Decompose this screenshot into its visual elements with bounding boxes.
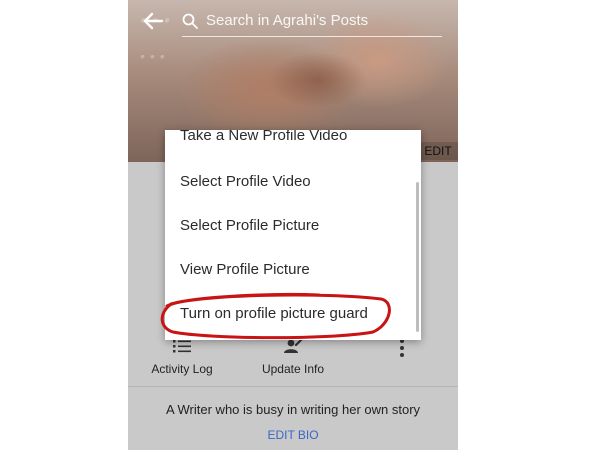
- back-arrow-icon[interactable]: [142, 10, 164, 32]
- menu-scrollbar[interactable]: [416, 182, 419, 332]
- menu-item-view-profile-picture[interactable]: View Profile Picture: [165, 248, 421, 292]
- activity-log-label: Activity Log: [151, 362, 213, 376]
- menu-item-select-profile-video[interactable]: Select Profile Video: [165, 160, 421, 204]
- edit-bio-link[interactable]: EDIT BIO: [128, 428, 458, 442]
- menu-item-select-profile-picture[interactable]: Select Profile Picture: [165, 204, 421, 248]
- menu-item-profile-picture-guard[interactable]: Turn on profile picture guard: [165, 292, 421, 336]
- edit-user-icon: [256, 337, 330, 354]
- search-placeholder: Search in Agrahi's Posts: [206, 12, 369, 29]
- menu-item-take-profile-video[interactable]: Take a New Profile Video: [165, 130, 421, 158]
- profile-picture-menu: Take a New Profile Video Select Profile …: [165, 130, 421, 340]
- search-icon: [182, 13, 198, 29]
- edit-cover-button[interactable]: EDIT: [418, 142, 458, 160]
- more-vertical-icon: [390, 338, 414, 357]
- top-bar: Search in Agrahi's Posts: [128, 0, 458, 44]
- bio-text: A Writer who is busy in writing her own …: [165, 402, 421, 417]
- search-input[interactable]: Search in Agrahi's Posts: [182, 8, 442, 37]
- section-divider: [128, 386, 458, 387]
- list-icon: [146, 338, 218, 354]
- update-info-label: Update Info: [261, 362, 325, 376]
